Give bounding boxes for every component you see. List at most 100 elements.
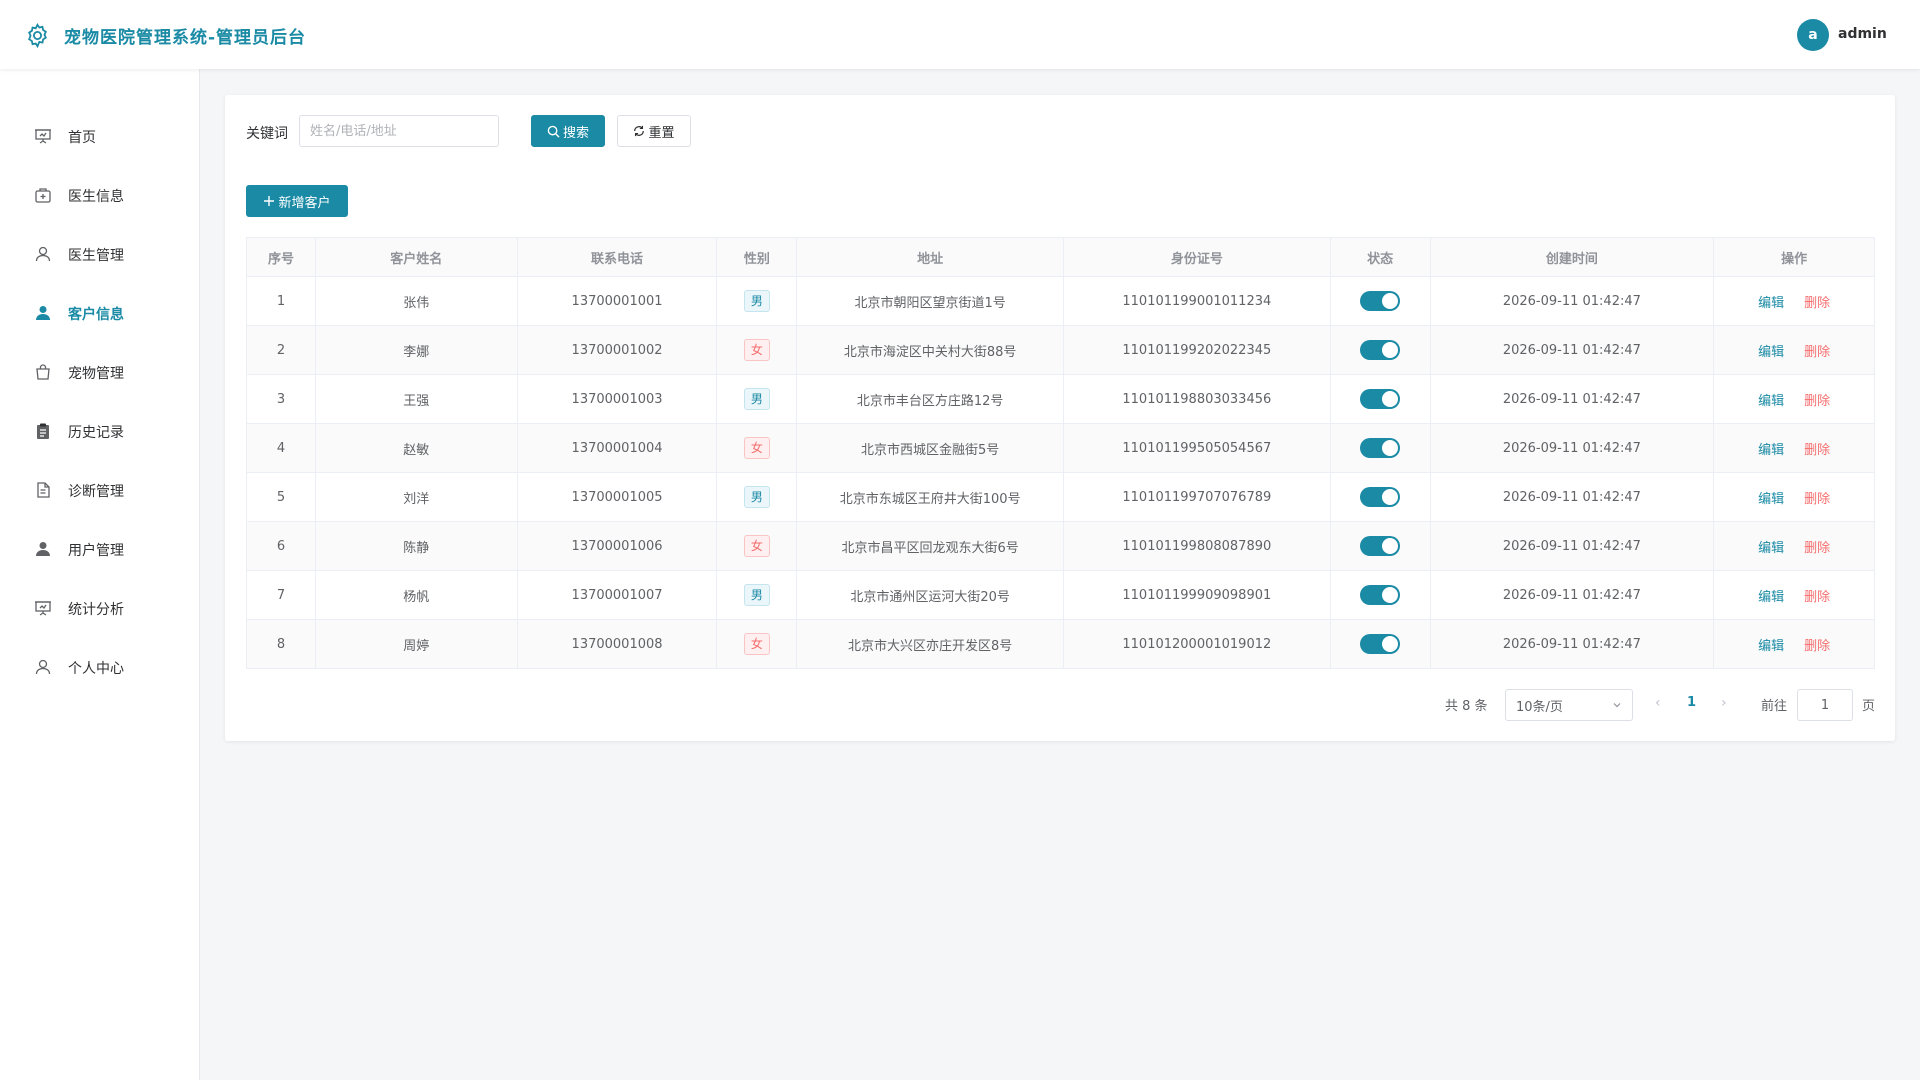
delete-button[interactable]: 删除 [1804, 537, 1830, 556]
table-row: 5 刘洋 13700001005 男 北京市东城区王府井大街100号 1101011997… [247, 473, 1874, 522]
customer-address: 北京市昌平区回龙观东大街6号 [797, 522, 1064, 570]
actions-cell: 编辑 删除 [1714, 522, 1874, 570]
delete-button[interactable]: 删除 [1804, 488, 1830, 507]
customer-id-number: 110101199707076789 [1064, 473, 1331, 521]
edit-button[interactable]: 编辑 [1758, 537, 1784, 556]
sidebar-item-diagnosis[interactable]: 诊断管理 [0, 470, 199, 510]
page-number-current[interactable]: 1 [1687, 695, 1696, 710]
actions-cell: 编辑 删除 [1714, 326, 1874, 374]
refresh-icon [634, 125, 645, 137]
gender-tag: 女 [743, 535, 770, 557]
status-toggle[interactable] [1360, 585, 1401, 605]
row-index: 8 [247, 620, 316, 668]
content-card: 关键词 搜索 重置 新增客户 序号客户姓名联系电话性别地址身份证号状态创建时间 操… [225, 95, 1895, 741]
table-row: 6 陈静 13700001006 女 北京市昌平区回龙观东大街6号 11010119980… [247, 522, 1874, 571]
delete-button[interactable]: 删除 [1804, 341, 1830, 360]
customer-id-number: 110101198803033456 [1064, 375, 1331, 423]
customer-table: 序号 客户姓名 联系电话 性别 地址 身份证号 状态 创建时间 操作 1 张伟 1370000100… [246, 237, 1875, 669]
table-body: 1 张伟 13700001001 男 北京市朝阳区望京街道1号 1101011990010… [247, 277, 1874, 669]
row-index: 6 [247, 522, 316, 570]
sidebar-item-label: 客户信息 [68, 307, 124, 323]
search-button[interactable]: 搜索 [531, 115, 605, 147]
edit-button[interactable]: 编辑 [1758, 586, 1784, 605]
edit-button[interactable]: 编辑 [1758, 341, 1784, 360]
gender-tag: 男 [743, 290, 770, 312]
table-row: 7 杨帆 13700001007 男 北京市通州区运河大街20号 110101199909… [247, 571, 1874, 620]
next-page-button[interactable]: › [1721, 695, 1727, 711]
column-header: 状态 [1331, 238, 1431, 276]
sidebar-item-profile[interactable]: 个人中心 [0, 647, 199, 687]
gender-tag: 女 [743, 633, 770, 655]
sidebar-item-label: 医生信息 [68, 189, 124, 205]
customer-phone: 13700001003 [518, 375, 718, 423]
add-customer-button[interactable]: 新增客户 [246, 185, 348, 217]
clipboard-icon [37, 423, 49, 439]
actions-cell: 编辑 删除 [1714, 571, 1874, 619]
customer-phone: 13700001004 [518, 424, 718, 472]
status-cell [1331, 473, 1431, 521]
delete-button[interactable]: 删除 [1804, 439, 1830, 458]
sidebar-item-home[interactable]: 首页 [0, 116, 199, 156]
customer-name: 周婷 [316, 620, 518, 668]
status-toggle[interactable] [1360, 634, 1401, 654]
customer-name: 陈静 [316, 522, 518, 570]
customer-id-number: 110101200001019012 [1064, 620, 1331, 668]
sidebar-item-doctor-manage[interactable]: 医生管理 [0, 234, 199, 274]
customer-phone: 13700001002 [518, 326, 718, 374]
status-toggle[interactable] [1360, 340, 1401, 360]
delete-button[interactable]: 删除 [1804, 390, 1830, 409]
gender-cell: 女 [717, 620, 798, 668]
search-button-label: 搜索 [562, 125, 589, 141]
row-index: 5 [247, 473, 316, 521]
goto-label: 前往 [1761, 699, 1788, 714]
status-toggle[interactable] [1360, 438, 1401, 458]
gender-cell: 女 [717, 522, 798, 570]
created-time: 2026-09-11 01:42:47 [1431, 473, 1715, 521]
goto-page-input[interactable] [1797, 689, 1853, 721]
delete-button[interactable]: 删除 [1804, 292, 1830, 311]
gender-cell: 女 [717, 424, 798, 472]
table-row: 2 李娜 13700001002 女 北京市海淀区中关村大街88号 11010119920… [247, 326, 1874, 375]
edit-button[interactable]: 编辑 [1758, 635, 1784, 654]
toggle-knob [1382, 440, 1399, 456]
sidebar-item-label: 医生管理 [68, 248, 124, 264]
toggle-knob [1382, 391, 1399, 407]
keyword-input[interactable] [299, 115, 499, 147]
avatar[interactable]: a [1797, 19, 1829, 51]
delete-button[interactable]: 删除 [1804, 586, 1830, 605]
edit-button[interactable]: 编辑 [1758, 390, 1784, 409]
sidebar-item-user-manage[interactable]: 用户管理 [0, 529, 199, 569]
sidebar-item-doctor-info[interactable]: 医生信息 [0, 175, 199, 215]
page-size-select[interactable]: 10条/页 [1505, 689, 1633, 721]
username[interactable]: admin [1838, 26, 1887, 42]
delete-button[interactable]: 删除 [1804, 635, 1830, 654]
edit-button[interactable]: 编辑 [1758, 488, 1784, 507]
toggle-knob [1382, 293, 1399, 309]
status-toggle[interactable] [1360, 536, 1401, 556]
sidebar-item-history[interactable]: 历史记录 [0, 411, 199, 451]
customer-phone: 13700001005 [518, 473, 718, 521]
customer-address: 北京市海淀区中关村大街88号 [797, 326, 1064, 374]
status-cell [1331, 571, 1431, 619]
actions-cell: 编辑 删除 [1714, 277, 1874, 325]
sidebar-item-pet-manage[interactable]: 宠物管理 [0, 352, 199, 392]
sidebar-item-statistics[interactable]: 统计分析 [0, 588, 199, 628]
sidebar-item-customer-info[interactable]: 客户信息 [0, 293, 199, 333]
edit-button[interactable]: 编辑 [1758, 439, 1784, 458]
column-header: 联系电话 [518, 238, 718, 276]
plus-icon [264, 196, 275, 206]
sidebar-item-label: 历史记录 [68, 425, 124, 441]
gender-cell: 男 [717, 473, 798, 521]
row-index: 1 [247, 277, 316, 325]
created-time: 2026-09-11 01:42:47 [1431, 326, 1715, 374]
actions-cell: 编辑 删除 [1714, 473, 1874, 521]
customer-id-number: 110101199001011234 [1064, 277, 1331, 325]
page-suffix: 页 [1862, 699, 1876, 714]
status-toggle[interactable] [1360, 291, 1401, 311]
reset-button[interactable]: 重置 [617, 115, 691, 147]
status-toggle[interactable] [1360, 487, 1401, 507]
prev-page-button[interactable]: ‹ [1655, 695, 1661, 711]
edit-button[interactable]: 编辑 [1758, 292, 1784, 311]
gender-tag: 女 [743, 339, 770, 361]
status-toggle[interactable] [1360, 389, 1401, 409]
